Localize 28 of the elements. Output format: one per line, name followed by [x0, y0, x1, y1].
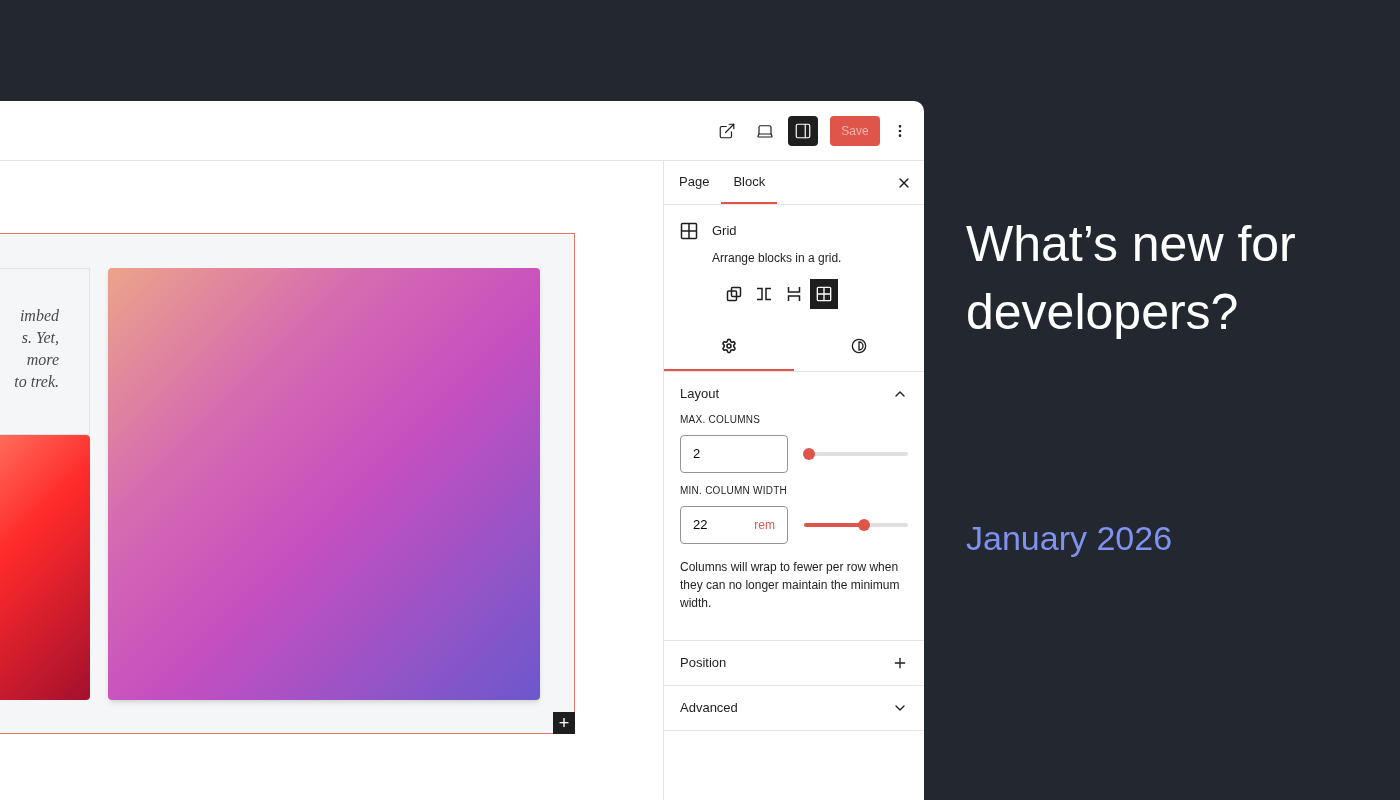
paragraph-text: imbed s. Yet, more to trek.	[13, 306, 59, 392]
block-description: Arrange blocks in a grid.	[712, 249, 842, 267]
number-field[interactable]: 22 rem	[680, 505, 788, 544]
variation-button[interactable]	[810, 278, 838, 309]
panel-header[interactable]: Advanced	[664, 685, 924, 730]
sidebar-tab[interactable]: Page	[667, 161, 722, 204]
grid-block[interactable]: imbed s. Yet, more to trek. +	[0, 233, 575, 734]
stack-icon	[786, 285, 802, 302]
help-text: Columns will wrap to fewer per row when they can no longer maintain the minimum width.	[680, 558, 901, 612]
sidebar-tab[interactable]: Block	[721, 161, 778, 204]
row-icon	[756, 285, 772, 302]
panel-header[interactable]: Position	[664, 640, 924, 685]
control-label: MIN. COLUMN WIDTH	[680, 483, 789, 498]
group-icon	[726, 285, 742, 302]
settings-icon	[721, 337, 737, 354]
slider[interactable]	[804, 517, 908, 532]
number-field[interactable]: 2	[680, 434, 788, 473]
contrast-icon	[851, 337, 867, 354]
add-block-button[interactable]: +	[553, 712, 575, 734]
sidebar-icon	[794, 121, 812, 140]
grid-icon	[816, 285, 832, 302]
toolbar-button[interactable]	[788, 115, 818, 146]
block-name: Grid	[712, 222, 738, 240]
promo-title: What’s new for developers?	[966, 215, 1297, 342]
slider[interactable]	[804, 446, 908, 461]
grid-block-icon	[680, 222, 698, 240]
promo-date: January 2026	[966, 518, 1174, 558]
external-link-icon	[718, 121, 736, 140]
